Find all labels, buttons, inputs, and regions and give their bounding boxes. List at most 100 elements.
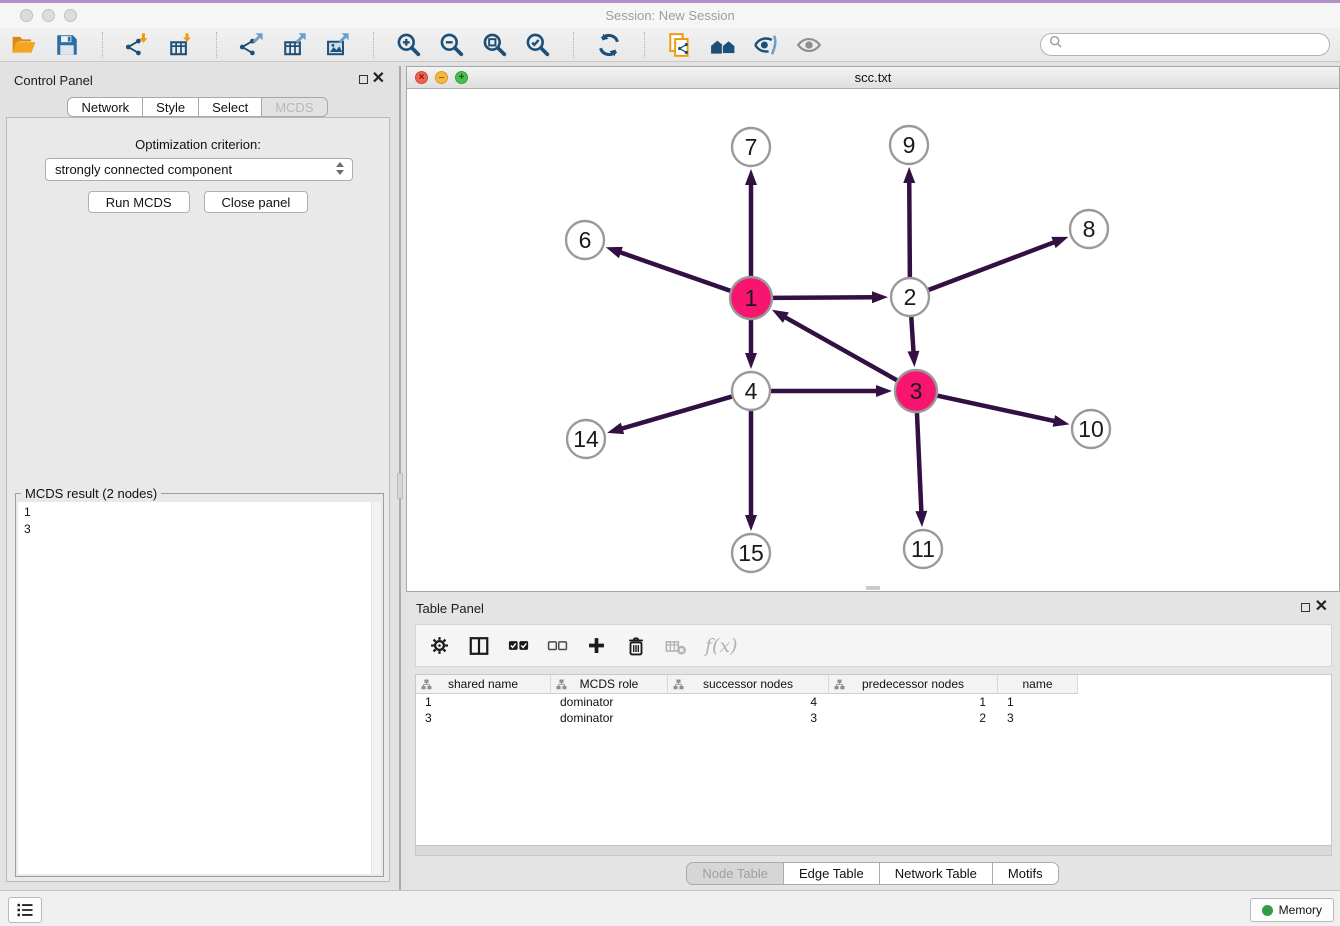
criterion-select[interactable]: strongly connected component: [45, 158, 353, 181]
export-table-icon[interactable]: [281, 31, 309, 59]
table-cell[interactable]: 4: [668, 694, 829, 710]
network-resize-handle[interactable]: [866, 586, 880, 590]
node-label-9: 9: [903, 132, 916, 158]
main-toolbar-bar: [0, 28, 1340, 62]
column-type-icon: [556, 679, 567, 693]
table-cell[interactable]: 3: [416, 710, 551, 726]
deselect-all-icon[interactable]: [547, 635, 568, 656]
control-tabs: NetworkStyleSelectMCDS: [4, 97, 392, 117]
divider-grip[interactable]: [397, 473, 403, 499]
table-horizontal-scrollbar[interactable]: [416, 845, 1331, 855]
arrowhead-2-9: [903, 167, 915, 183]
edge-2-9[interactable]: [909, 180, 910, 277]
float-control-panel-icon[interactable]: [359, 75, 368, 84]
edge-1-2[interactable]: [773, 297, 875, 298]
tab-select[interactable]: Select: [198, 97, 262, 117]
export-image-icon[interactable]: [324, 31, 352, 59]
zoom-in-icon[interactable]: [395, 31, 423, 59]
table-tabs: Node TableEdge TableNetwork TableMotifs: [406, 862, 1340, 885]
column-header-MCDS-role[interactable]: MCDS role: [551, 675, 668, 694]
toolbar-separator: [573, 32, 574, 58]
tab-network-table[interactable]: Network Table: [879, 862, 993, 885]
select-all-icon[interactable]: [508, 635, 529, 656]
arrowhead-4-15: [745, 515, 757, 531]
table-row[interactable]: 3dominator323: [416, 710, 1331, 726]
save-session-icon[interactable]: [53, 31, 81, 59]
clone-network-icon[interactable]: [666, 31, 694, 59]
close-control-panel-icon[interactable]: ✕: [372, 68, 385, 88]
open-session-folder-icon[interactable]: [10, 31, 38, 59]
mcds-buttons: Run MCDS Close panel: [7, 191, 389, 213]
select-stepper-icon: [336, 162, 345, 175]
edge-3-11[interactable]: [917, 413, 921, 514]
panel-divider[interactable]: [399, 66, 401, 890]
zoom-fit-content-icon[interactable]: [481, 31, 509, 59]
refresh-view-icon[interactable]: [595, 31, 623, 59]
node-label-11: 11: [911, 536, 935, 562]
task-history-button[interactable]: [8, 897, 42, 923]
column-header-predecessor-nodes[interactable]: predecessor nodes: [829, 675, 998, 694]
table-cell[interactable]: 3: [998, 710, 1078, 726]
memory-status-icon: [1262, 905, 1273, 916]
criterion-value: strongly connected component: [55, 162, 232, 177]
network-graph[interactable]: 7968124314101511: [407, 89, 1339, 591]
table-cell[interactable]: dominator: [551, 710, 668, 726]
show-all-icon[interactable]: [795, 31, 823, 59]
function-builder-icon: f(x): [705, 635, 738, 657]
search-box[interactable]: [1040, 33, 1330, 56]
table-cell[interactable]: 1: [416, 694, 551, 710]
column-type-icon: [421, 679, 432, 693]
column-header-name[interactable]: name: [998, 675, 1078, 694]
window-title: Session: New Session: [0, 8, 1340, 23]
arrowhead-1-6: [606, 247, 623, 258]
node-table-body: 1dominator4113dominator323: [416, 694, 1331, 726]
zoom-out-icon[interactable]: [438, 31, 466, 59]
table-cell[interactable]: dominator: [551, 694, 668, 710]
show-column-icon[interactable]: [468, 635, 490, 657]
table-cell[interactable]: 3: [668, 710, 829, 726]
edge-2-3[interactable]: [911, 317, 913, 354]
mcds-result-scrollbar[interactable]: [371, 502, 381, 874]
tab-node-table[interactable]: Node Table: [686, 862, 784, 885]
tab-mcds[interactable]: MCDS: [261, 97, 327, 117]
mcds-result-text[interactable]: 1 3: [18, 502, 371, 874]
edge-4-14[interactable]: [620, 397, 732, 430]
column-header-shared-name[interactable]: shared name: [416, 675, 551, 694]
close-table-panel-icon[interactable]: ✕: [1315, 596, 1328, 616]
search-input[interactable]: [1068, 37, 1329, 52]
memory-button[interactable]: Memory: [1250, 898, 1334, 922]
tab-motifs[interactable]: Motifs: [992, 862, 1059, 885]
network-window-titlebar[interactable]: × – + scc.txt: [407, 67, 1339, 89]
tab-network[interactable]: Network: [67, 97, 143, 117]
node-table-header: shared nameMCDS rolesuccessor nodesprede…: [416, 675, 1331, 694]
table-cell[interactable]: 2: [829, 710, 998, 726]
run-mcds-button[interactable]: Run MCDS: [88, 191, 190, 213]
hide-selected-icon[interactable]: [752, 31, 780, 59]
toolbar-separator: [644, 32, 645, 58]
export-network-icon[interactable]: [238, 31, 266, 59]
import-table-icon[interactable]: [167, 31, 195, 59]
mcds-result-title: MCDS result (2 nodes): [21, 486, 161, 501]
node-label-3: 3: [910, 378, 923, 404]
edge-3-10[interactable]: [937, 396, 1056, 422]
float-table-panel-icon[interactable]: [1301, 603, 1310, 612]
table-row[interactable]: 1dominator411: [416, 694, 1331, 710]
edge-3-1[interactable]: [783, 316, 897, 380]
arrowhead-2-3: [907, 351, 919, 367]
import-network-icon[interactable]: [124, 31, 152, 59]
table-cell[interactable]: 1: [829, 694, 998, 710]
add-row-icon[interactable]: [586, 635, 607, 656]
edge-1-6[interactable]: [618, 252, 730, 291]
tab-edge-table[interactable]: Edge Table: [783, 862, 880, 885]
optimization-label: Optimization criterion:: [7, 137, 389, 152]
zoom-selected-icon[interactable]: [524, 31, 552, 59]
arrowhead-3-10: [1053, 415, 1070, 427]
close-panel-button[interactable]: Close panel: [204, 191, 309, 213]
tab-style[interactable]: Style: [142, 97, 199, 117]
table-cell[interactable]: 1: [998, 694, 1078, 710]
table-settings-gear-icon[interactable]: [429, 635, 450, 656]
column-header-successor-nodes[interactable]: successor nodes: [668, 675, 829, 694]
first-neighbors-icon[interactable]: [709, 31, 737, 59]
edge-2-8[interactable]: [929, 241, 1057, 289]
delete-row-icon[interactable]: [625, 635, 647, 657]
